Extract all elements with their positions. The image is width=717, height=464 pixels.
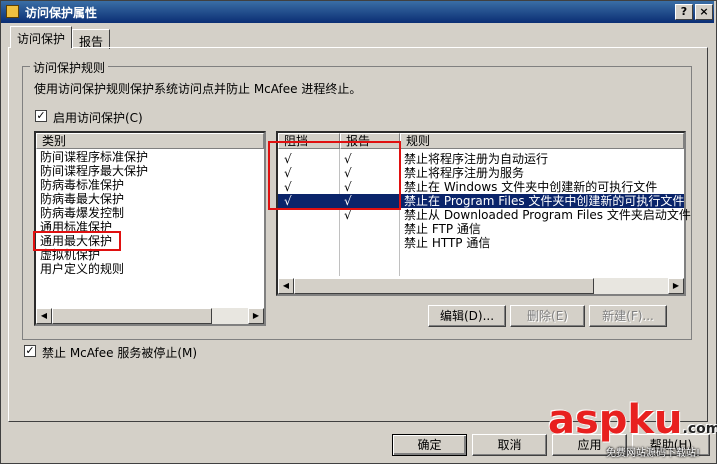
watermark-brand: aspku: [548, 397, 683, 443]
enable-protection-label: 启用访问保护(C): [53, 111, 143, 125]
rule-cell: 禁止将程序注册为服务: [404, 166, 525, 180]
tab-access-protection[interactable]: 访问保护: [10, 26, 73, 48]
watermark-logo: aspku.com: [548, 400, 717, 449]
window-title: 访问保护属性: [25, 6, 98, 20]
check-icon: ✓: [36, 109, 46, 122]
delete-button[interactable]: 删除(E): [510, 305, 585, 327]
app-icon: [6, 5, 19, 18]
highlight-box: [268, 141, 401, 210]
list-item[interactable]: 防间谍程序最大保护: [40, 164, 148, 178]
rule-cell: 禁止在 Program Files 文件夹中创建新的可执行文件: [404, 194, 685, 208]
prevent-stop-checkbox[interactable]: ✓: [24, 345, 36, 357]
scroll-right-icon[interactable]: ▶: [668, 278, 684, 294]
title-help-button[interactable]: ?: [675, 4, 693, 20]
category-hscrollbar[interactable]: ◀ ▶: [36, 308, 264, 324]
edit-button[interactable]: 编辑(D)...: [428, 305, 506, 327]
scroll-thumb[interactable]: [52, 308, 212, 324]
list-item[interactable]: 用户定义的规则: [40, 262, 124, 276]
prevent-stop-label: 禁止 McAfee 服务被停止(M): [42, 346, 198, 360]
scroll-left-icon[interactable]: ◀: [278, 278, 294, 294]
scroll-right-icon[interactable]: ▶: [248, 308, 264, 324]
table-row[interactable]: √ 禁止从 Downloaded Program Files 文件夹启动文件: [278, 208, 691, 222]
group-label: 访问保护规则: [30, 59, 109, 76]
new-button[interactable]: 新建(F)...: [589, 305, 667, 327]
tab-report[interactable]: 报告: [72, 29, 111, 49]
close-icon[interactable]: ×: [695, 4, 713, 20]
rule-cell: 禁止 FTP 通信: [404, 222, 481, 236]
ok-button[interactable]: 确定: [392, 434, 467, 456]
group-description: 使用访问保护规则保护系统访问点并防止 McAfee 进程终止。: [34, 82, 362, 96]
column-header-rule[interactable]: 规则: [400, 133, 684, 149]
table-row[interactable]: 禁止 HTTP 通信: [278, 236, 684, 250]
list-item[interactable]: 防病毒标准保护: [40, 178, 124, 192]
rule-cell: 禁止在 Windows 文件夹中创建新的可执行文件: [404, 180, 658, 194]
rule-cell: 禁止 HTTP 通信: [404, 236, 491, 250]
list-item[interactable]: 防间谍程序标准保护: [40, 150, 148, 164]
rule-cell: 禁止从 Downloaded Program Files 文件夹启动文件: [404, 208, 691, 222]
enable-protection-checkbox[interactable]: ✓: [35, 110, 47, 122]
cancel-button[interactable]: 取消: [472, 434, 547, 456]
check-icon: ✓: [25, 344, 35, 357]
table-row[interactable]: 禁止 FTP 通信: [278, 222, 684, 236]
scroll-left-icon[interactable]: ◀: [36, 308, 52, 324]
title-bar[interactable]: 访问保护属性 ? ×: [1, 1, 714, 23]
list-item[interactable]: 防病毒最大保护: [40, 192, 124, 206]
scroll-thumb[interactable]: [294, 278, 594, 294]
highlight-box: [33, 231, 121, 251]
category-header[interactable]: 类别: [36, 133, 264, 149]
watermark-suffix: .com: [682, 421, 717, 437]
list-item[interactable]: 防病毒爆发控制: [40, 206, 124, 220]
watermark-tagline: 免费网站源码下载站!: [606, 448, 701, 459]
rule-hscrollbar[interactable]: ◀ ▶: [278, 278, 684, 294]
category-list[interactable]: 类别 防间谍程序标准保护 防间谍程序最大保护 防病毒标准保护 防病毒最大保护 防…: [34, 131, 266, 326]
rule-cell: 禁止将程序注册为自动运行: [404, 152, 549, 166]
report-cell: √: [344, 208, 352, 222]
